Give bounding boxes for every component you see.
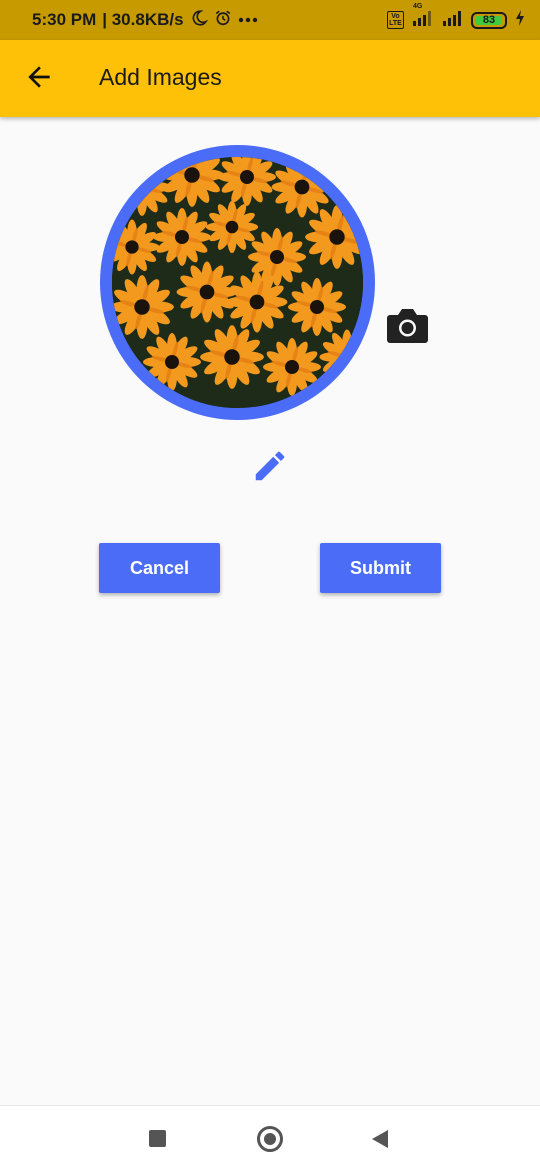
status-left: 5:30 PM | 30.8KB/s xyxy=(32,9,258,32)
back-button[interactable] xyxy=(22,62,56,96)
camera-icon xyxy=(386,309,429,348)
pencil-icon xyxy=(251,451,289,489)
signal-4g-icon: 4G xyxy=(411,3,435,32)
home-icon-dot xyxy=(264,1133,276,1145)
moon-icon xyxy=(190,9,208,32)
cancel-button[interactable]: Cancel xyxy=(99,543,220,593)
home-icon[interactable] xyxy=(257,1126,283,1152)
camera-button[interactable] xyxy=(386,307,429,344)
avatar-image[interactable] xyxy=(112,157,363,408)
recent-apps-icon[interactable] xyxy=(149,1130,166,1147)
status-time: 5:30 PM xyxy=(32,10,97,29)
system-nav-bar xyxy=(0,1105,540,1170)
back-triangle-icon[interactable] xyxy=(371,1129,389,1154)
status-right: Vo LTE 4G 83 xyxy=(387,3,526,32)
status-network-speed: | 30.8KB/s xyxy=(102,10,184,29)
network-type-label: 4G xyxy=(413,2,423,10)
edit-button[interactable] xyxy=(251,447,289,485)
status-bar: 5:30 PM | 30.8KB/s Vo LTE 4G 83 xyxy=(0,0,540,40)
arrow-left-icon xyxy=(23,61,55,98)
charging-icon xyxy=(514,9,526,32)
signal-icon xyxy=(442,9,464,32)
alarm-icon xyxy=(214,9,232,32)
battery-level: 83 xyxy=(482,14,496,26)
app-bar: Add Images xyxy=(0,40,540,117)
battery-icon: 83 xyxy=(471,11,507,29)
page-title: Add Images xyxy=(99,64,222,90)
volte-icon: Vo LTE xyxy=(387,11,404,29)
submit-button[interactable]: Submit xyxy=(320,543,441,593)
flower-photo xyxy=(112,157,363,408)
more-dots-icon xyxy=(238,11,258,29)
